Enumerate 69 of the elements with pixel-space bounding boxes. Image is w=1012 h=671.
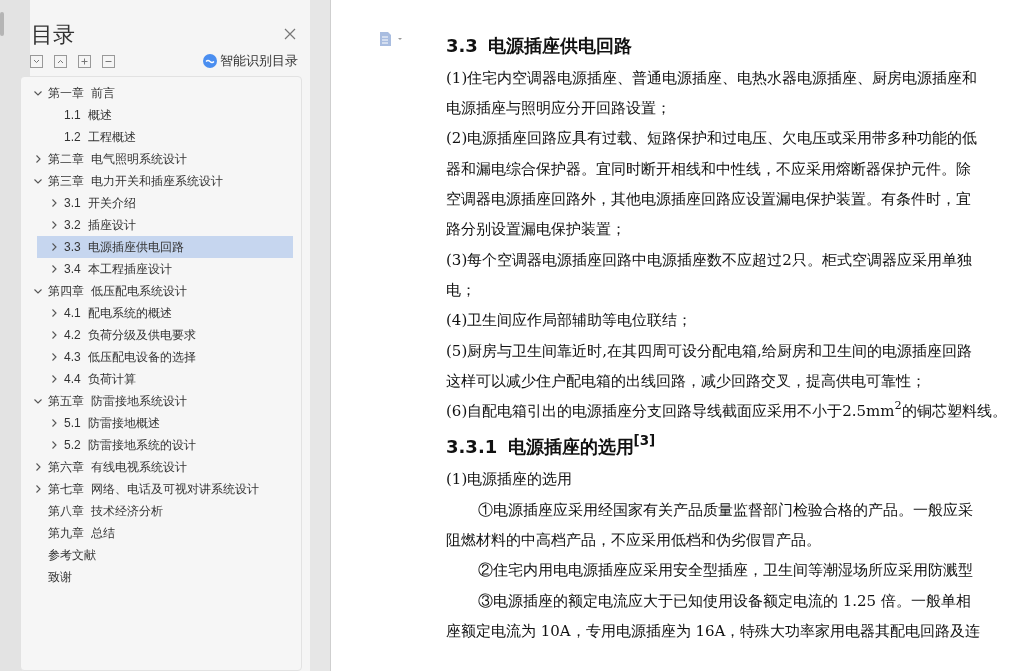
chevron-right-icon[interactable]: [49, 440, 59, 450]
toc-item[interactable]: 第六章 有线电视系统设计: [21, 456, 293, 478]
plus-icon[interactable]: [78, 54, 91, 68]
panel-title: 目录: [31, 20, 75, 49]
section-heading: 3.3.1 电源插座的选用$^{[3]}$: [446, 430, 657, 460]
toc-item[interactable]: 1.2 工程概述: [21, 126, 293, 148]
toc-item[interactable]: 1.1 概述: [21, 104, 293, 126]
chevron-down-icon[interactable]: [33, 176, 43, 186]
chevron-right-icon[interactable]: [33, 484, 43, 494]
collapse-all-icon[interactable]: [30, 54, 43, 68]
paragraph-line: (1)住宅内空调器电源插座、普通电源插座、电热水器电源插座、厨房电源插座和: [446, 67, 979, 89]
toc-item[interactable]: 5.1 防雷接地概述: [21, 412, 293, 434]
paragraph-line: ①电源插座应采用经国家有关产品质量监督部门检验合格的产品。一般应采: [477, 499, 974, 521]
toc-item[interactable]: 第三章 电力开关和插座系统设计: [21, 170, 293, 192]
toc-item[interactable]: 第九章 总结: [21, 522, 293, 544]
toc-item[interactable]: 致谢: [21, 566, 293, 588]
toc-item[interactable]: 第五章 防雷接地系统设计: [21, 390, 293, 412]
chevron-right-icon[interactable]: [49, 352, 59, 362]
paragraph-line: 这样可以减少住户配电箱的出线回路，减少回路交叉，提高供电可靠性；: [446, 370, 927, 392]
paragraph-line: ②住宅内用电电源插座应采用安全型插座，卫生间等潮湿场所应采用防溅型: [477, 560, 974, 582]
toc-item[interactable]: 4.2 负荷分级及供电要求: [21, 324, 293, 346]
chevron-down-icon[interactable]: [33, 396, 43, 406]
paragraph-line: 电；: [446, 279, 477, 301]
paragraph-line: (4)卫生间应作局部辅助等电位联结；: [446, 310, 694, 332]
chevron-down-icon[interactable]: [33, 88, 43, 98]
toc-item[interactable]: 5.2 防雷接地系统的设计: [21, 434, 293, 456]
paragraph-line: 电源插座与照明应分开回路设置；: [446, 98, 672, 120]
paragraph-line: ③电源插座的额定电流应大于已知使用设备额定电流的 1.25 倍。一般单相: [477, 590, 972, 612]
minus-icon[interactable]: [102, 54, 115, 68]
chevron-right-icon[interactable]: [49, 374, 59, 384]
paragraph-line: (2)电源插座回路应具有过载、短路保护和过电压、欠电压或采用带多种功能的低: [446, 128, 979, 150]
chevron-right-icon[interactable]: [49, 242, 59, 252]
toc-item[interactable]: 4.3 低压配电设备的选择: [21, 346, 293, 368]
paragraph-line: (3)每个空调器电源插座回路中电源插座数不应超过2只。柜式空调器应采用单独: [446, 249, 973, 271]
paragraph-line: 阻燃材料的中高档产品，不应采用低档和伪劣假冒产品。: [446, 530, 822, 552]
paragraph-line: 器和漏电综合保护器。宜同时断开相线和中性线，不应采用熔断器保护元件。除: [446, 158, 972, 180]
chevron-right-icon[interactable]: [49, 198, 59, 208]
smart-toc-button[interactable]: 智能识别目录: [203, 51, 298, 71]
chevron-right-icon[interactable]: [49, 308, 59, 318]
toc-item[interactable]: 第七章 网络、电话及可视对讲系统设计: [21, 478, 293, 500]
scrollbar-thumb[interactable]: [0, 12, 4, 36]
close-icon[interactable]: [284, 28, 296, 40]
chevron-right-icon[interactable]: [49, 220, 59, 230]
chevron-right-icon[interactable]: [49, 418, 59, 428]
toc-item[interactable]: 第二章 电气照明系统设计: [21, 148, 293, 170]
paragraph-line: 座额定电流为 10A，专用电源插座为 16A，特殊大功率家用电器其配电回路及连: [446, 620, 982, 642]
toc-item[interactable]: 3.2 插座设计: [21, 214, 293, 236]
paragraph-line: 空调器电源插座回路外，其他电源插座回路应设置漏电保护装置。有条件时，宜: [446, 189, 972, 211]
toc-item[interactable]: 4.1 配电系统的概述: [21, 302, 293, 324]
toc-item[interactable]: 4.4 负荷计算: [21, 368, 293, 390]
toc-item[interactable]: 第八章 技术经济分析: [21, 500, 293, 522]
toc-item[interactable]: 3.1 开关介绍: [21, 192, 293, 214]
section-heading: 3.3 电源插座供电回路: [446, 33, 634, 58]
paragraph-line: (5)厨房与卫生间靠近时,在其四周可设分配电箱,给厨房和卫生间的电源插座回路: [446, 340, 973, 362]
toc-item[interactable]: 3.3 电源插座供电回路: [37, 236, 293, 258]
toggle-icon: [203, 54, 217, 68]
chevron-down-icon[interactable]: [33, 286, 43, 296]
chevron-right-icon[interactable]: [49, 330, 59, 340]
toc-item[interactable]: 第一章 前言: [21, 82, 293, 104]
chevron-right-icon[interactable]: [33, 154, 43, 164]
paragraph-line: (6)自配电箱引出的电源插座分支回路导线截面应采用不小于2.5mm$^{2}$的铜芯塑料线。: [446, 397, 1008, 423]
chevron-right-icon[interactable]: [49, 264, 59, 274]
toc-item[interactable]: 3.4 本工程插座设计: [21, 258, 293, 280]
chevron-right-icon[interactable]: [33, 462, 43, 472]
paragraph-line: (1)电源插座的选用: [446, 469, 574, 491]
toc-item[interactable]: 参考文献: [21, 544, 293, 566]
toc-item[interactable]: 第四章 低压配电系统设计: [21, 280, 293, 302]
expand-all-icon[interactable]: [54, 54, 67, 68]
paragraph-line: 路分别设置漏电保护装置；: [446, 219, 627, 241]
